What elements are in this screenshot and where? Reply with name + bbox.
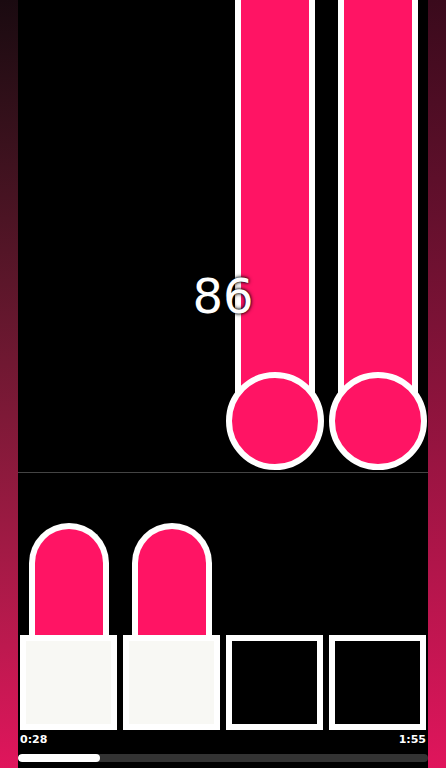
hit-effect — [29, 523, 109, 635]
lane — [226, 0, 323, 472]
lane — [329, 0, 426, 472]
progress-track — [18, 754, 428, 762]
hold-note — [226, 0, 324, 472]
score: 86 — [192, 272, 253, 320]
lane — [123, 0, 220, 472]
total-time: 1:55 — [399, 734, 426, 745]
left-border — [0, 0, 18, 768]
lane — [20, 0, 117, 472]
hit-line — [18, 472, 428, 473]
progress-fill — [18, 754, 100, 762]
right-border — [428, 0, 446, 768]
play-area: 86 — [18, 0, 428, 472]
lane-key[interactable] — [329, 635, 426, 730]
hit-effect — [132, 523, 212, 635]
elapsed-time: 0:28 — [20, 734, 47, 745]
lane-key[interactable] — [20, 635, 117, 730]
lane-key[interactable] — [226, 635, 323, 730]
lane-key[interactable] — [123, 635, 220, 730]
hold-note — [329, 0, 427, 472]
